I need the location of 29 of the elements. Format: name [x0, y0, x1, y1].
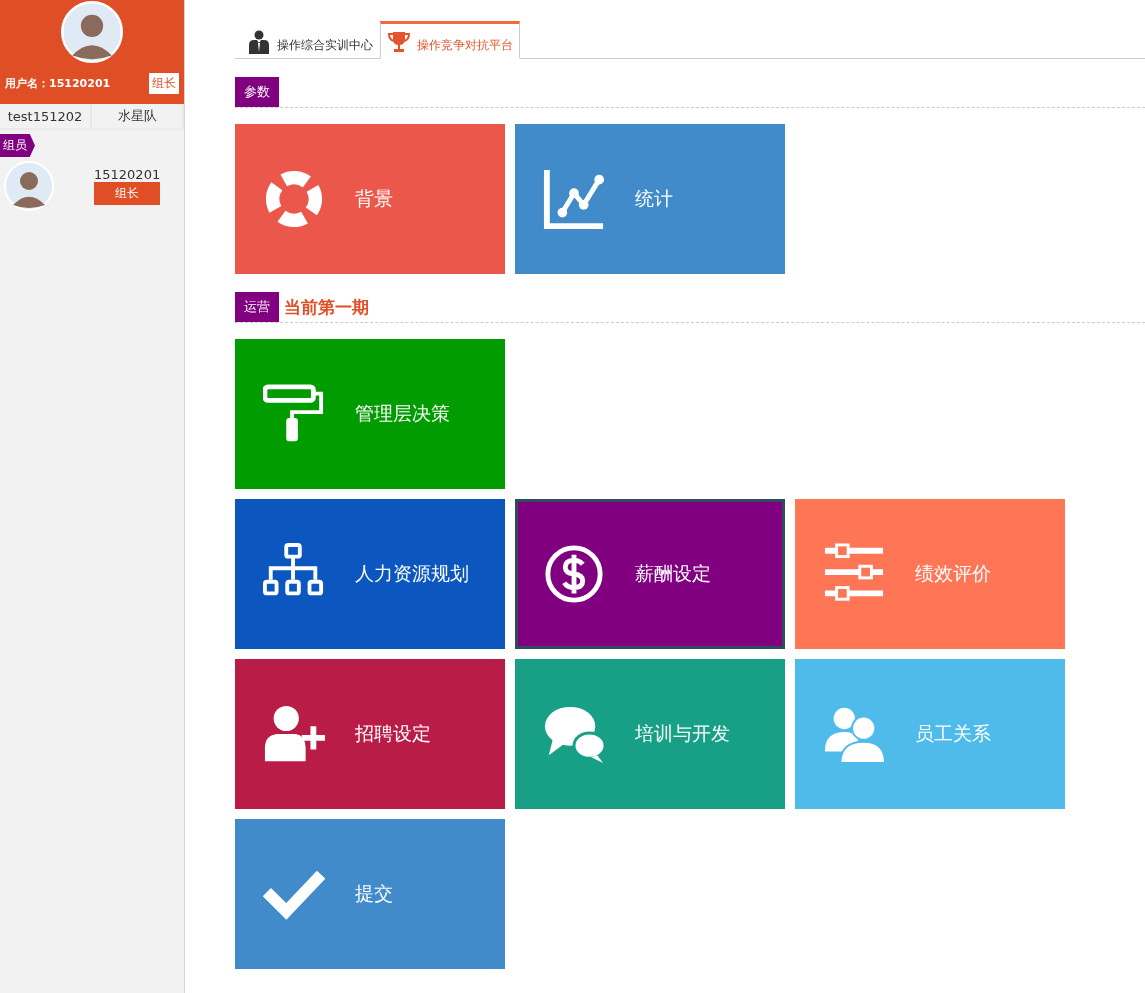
- trophy-icon: [387, 30, 411, 54]
- menu-tile[interactable]: 绩效评价: [795, 499, 1065, 649]
- line-chart-icon: [543, 168, 605, 230]
- menu-tile[interactable]: 招聘设定: [235, 659, 505, 809]
- avatar-icon: [4, 161, 54, 211]
- menu-tile[interactable]: 统计: [515, 124, 785, 274]
- account-name: test151202: [0, 104, 92, 128]
- menu-tile[interactable]: 人力资源规划: [235, 499, 505, 649]
- menu-tile[interactable]: 提交: [235, 819, 505, 969]
- role-badge: 组长: [94, 182, 161, 205]
- role-badge: 组长: [149, 73, 179, 94]
- period-label: 当前第一期: [284, 295, 369, 319]
- lifebuoy-icon: [263, 168, 325, 230]
- menu-tile[interactable]: 管理层决策: [235, 339, 505, 489]
- member-id: 15120201: [94, 167, 161, 182]
- team-name: 水星队: [92, 104, 184, 128]
- members-tag: 组员: [0, 134, 35, 157]
- avatar-icon: [61, 1, 123, 63]
- tab[interactable]: 操作综合实训中心: [240, 21, 380, 59]
- person-icon: [247, 30, 271, 54]
- menu-tile[interactable]: 员工关系: [795, 659, 1065, 809]
- menu-tile[interactable]: 培训与开发: [515, 659, 785, 809]
- dollar-icon: [543, 543, 605, 605]
- section-tag: 运营: [235, 292, 279, 322]
- username-label: 用户名：15120201: [5, 76, 111, 91]
- menu-tile[interactable]: 薪酬设定: [515, 499, 785, 649]
- menu-tile[interactable]: 背景: [235, 124, 505, 274]
- section-tag: 参数: [235, 77, 279, 107]
- tab[interactable]: 操作竞争对抗平台: [380, 21, 520, 59]
